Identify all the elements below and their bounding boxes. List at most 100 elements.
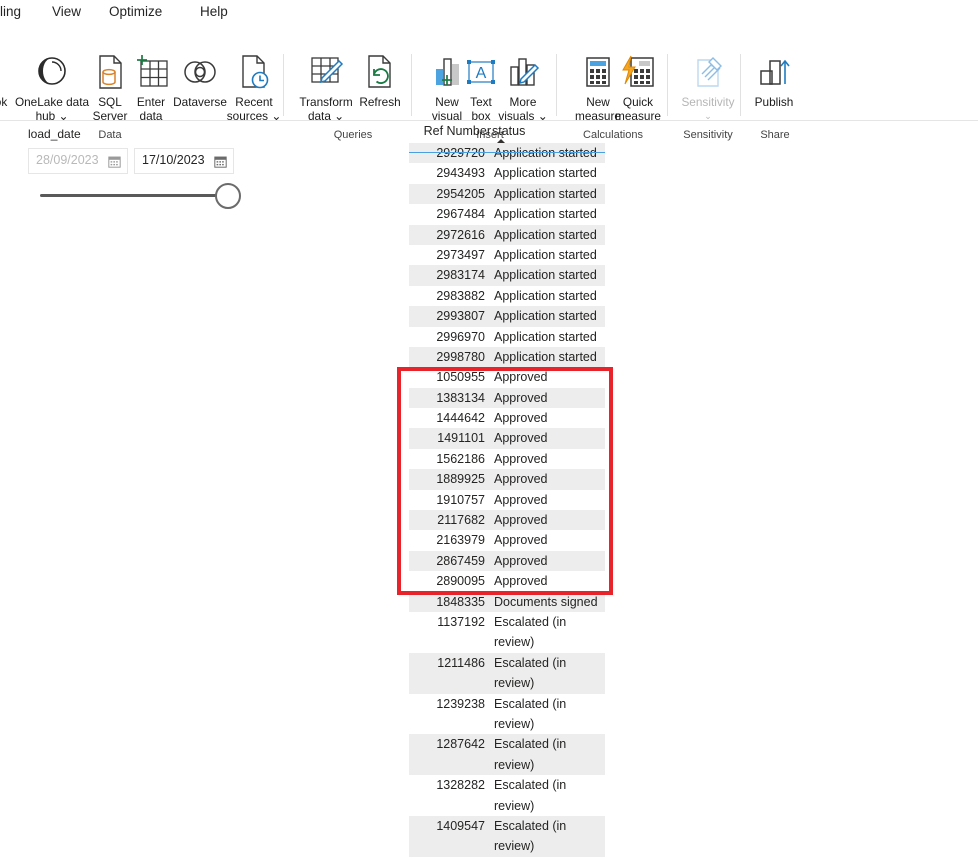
ribbon-group-label-share: Share: [745, 129, 805, 141]
slicer-end-date-value: 17/10/2023: [142, 153, 205, 167]
cell-ref-number: 1383134: [409, 388, 485, 408]
table-row[interactable]: 1409547Escalated (in review): [409, 816, 605, 857]
button-label: Sensitivity: [677, 96, 739, 110]
table-row[interactable]: 2867459Approved: [409, 551, 605, 571]
table-row[interactable]: 1889925Approved: [409, 469, 605, 489]
button-label: Quick: [610, 96, 666, 110]
cell-status: Approved: [485, 510, 605, 530]
table-row[interactable]: 2993807Application started: [409, 306, 605, 326]
slicer-range-handle[interactable]: [215, 183, 241, 209]
dataverse-button[interactable]: Dataverse: [171, 52, 229, 110]
table-row[interactable]: 2983882Application started: [409, 286, 605, 306]
cell-status: Approved: [485, 469, 605, 489]
sql-server-button[interactable]: SQLServer: [90, 52, 130, 123]
cell-ref-number: 2117682: [409, 510, 485, 530]
cell-status: Application started: [485, 327, 605, 347]
cell-ref-number: 2967484: [409, 204, 485, 224]
table-row[interactable]: 1287642Escalated (in review): [409, 734, 605, 775]
cell-ref-number: 2954205: [409, 184, 485, 204]
refresh-icon: [355, 52, 405, 92]
publish-button[interactable]: Publish: [750, 52, 798, 110]
table-row[interactable]: 1491101Approved: [409, 428, 605, 448]
button-label: Dataverse: [171, 96, 229, 110]
cell-ref-number: 1287642: [409, 734, 485, 754]
slicer-start-date-input[interactable]: 28/09/2023: [28, 148, 128, 174]
table-row[interactable]: 2117682Approved: [409, 510, 605, 530]
table-row[interactable]: 1328282Escalated (in review): [409, 775, 605, 816]
transform-data-button[interactable]: Transformdata ⌄: [294, 52, 358, 123]
table-row[interactable]: 2983174Application started: [409, 265, 605, 285]
ribbon-tab-help[interactable]: Help: [200, 1, 228, 23]
ribbon-divider: [667, 54, 668, 116]
cell-status: Escalated (in review): [485, 612, 605, 653]
cell-status: Escalated (in review): [485, 734, 605, 775]
load-date-slicer[interactable]: load_date 28/09/2023 17/10/2023: [0, 122, 300, 232]
table-row[interactable]: 1444642Approved: [409, 408, 605, 428]
table-row[interactable]: 2967484Application started: [409, 204, 605, 224]
calendar-icon[interactable]: [214, 155, 227, 173]
table-row[interactable]: 2996970Application started: [409, 327, 605, 347]
slicer-end-date-input[interactable]: 17/10/2023: [134, 148, 234, 174]
dataverse-icon: [171, 52, 229, 92]
cell-status: Escalated (in review): [485, 775, 605, 816]
table-row[interactable]: 1562186Approved: [409, 449, 605, 469]
refresh-button[interactable]: Refresh: [355, 52, 405, 110]
enter-data-icon: [130, 52, 172, 92]
cell-ref-number: 2996970: [409, 327, 485, 347]
onelake-data-hub-button[interactable]: OneLake datahub ⌄: [14, 52, 90, 123]
ribbon-tab-view[interactable]: View: [52, 1, 81, 23]
column-header-status[interactable]: status: [492, 124, 525, 138]
cell-ref-number: 2163979: [409, 530, 485, 550]
slicer-range-track[interactable]: [40, 194, 228, 197]
sql-server-icon: [90, 52, 130, 92]
table-row[interactable]: 2163979Approved: [409, 530, 605, 550]
table-row[interactable]: 1137192Escalated (in review): [409, 612, 605, 653]
table-row[interactable]: 1848335Documents signed: [409, 592, 605, 612]
table-header-underline: [409, 152, 605, 153]
table-row[interactable]: 2972616Application started: [409, 225, 605, 245]
table-row[interactable]: 1211486Escalated (in review): [409, 653, 605, 694]
ribbon-tab-ling[interactable]: ling: [0, 1, 21, 23]
cell-status: Approved: [485, 449, 605, 469]
cell-status: Application started: [485, 225, 605, 245]
table-row[interactable]: 1383134Approved: [409, 388, 605, 408]
cell-status: Approved: [485, 428, 605, 448]
ribbon-tab-optimize[interactable]: Optimize: [109, 1, 162, 23]
cell-status: Approved: [485, 530, 605, 550]
table-row[interactable]: 2943493Application started: [409, 163, 605, 183]
recent-sources-button[interactable]: Recentsources ⌄: [226, 52, 282, 123]
recent-sources-icon: [226, 52, 282, 92]
slicer-title: load_date: [28, 127, 81, 141]
table-row[interactable]: 1239238Escalated (in review): [409, 694, 605, 735]
text-box-button[interactable]: ATextbox: [463, 52, 499, 123]
cell-ref-number: 2983174: [409, 265, 485, 285]
table-row-clipped[interactable]: 2929720Application started: [409, 143, 605, 163]
table-body[interactable]: 2929720Application started2943493Applica…: [409, 143, 605, 858]
table-row[interactable]: 2890095Approved: [409, 571, 605, 591]
ribbon-tab-bar: ling View Optimize Help: [0, 0, 978, 24]
column-header-ref-number[interactable]: Ref Number: [424, 124, 491, 138]
button-label: Enter: [130, 96, 172, 110]
power-bi-desktop-window: ling View Optimize Help DataQueriesInsertCa…: [0, 0, 978, 858]
onelake-icon: [14, 52, 90, 92]
cell-ref-number: 1050955: [409, 367, 485, 387]
table-row[interactable]: 1050955Approved: [409, 367, 605, 387]
cell-status: Application started: [485, 184, 605, 204]
table-row[interactable]: 2998780Application started: [409, 347, 605, 367]
quick-measure-button[interactable]: Quickmeasure: [610, 52, 666, 123]
quick-measure-icon: [610, 52, 666, 92]
table-row[interactable]: 2973497Application started: [409, 245, 605, 265]
table-row[interactable]: 2954205Application started: [409, 184, 605, 204]
button-label: SQL: [90, 96, 130, 110]
enter-data-button[interactable]: Enterdata: [130, 52, 172, 123]
cell-ref-number: 1328282: [409, 775, 485, 795]
more-visuals-button[interactable]: Morevisuals ⌄: [497, 52, 549, 123]
cell-ref-number: 1848335: [409, 592, 485, 612]
button-label: Publish: [750, 96, 798, 110]
cell-status: Approved: [485, 367, 605, 387]
cell-ref-number: 1211486: [409, 653, 485, 673]
ribbon: DataQueriesInsertCalculationsSensitivity…: [0, 24, 978, 120]
table-row[interactable]: 1910757Approved: [409, 490, 605, 510]
calendar-icon[interactable]: [108, 155, 121, 173]
cell-status: Documents signed: [485, 592, 605, 612]
